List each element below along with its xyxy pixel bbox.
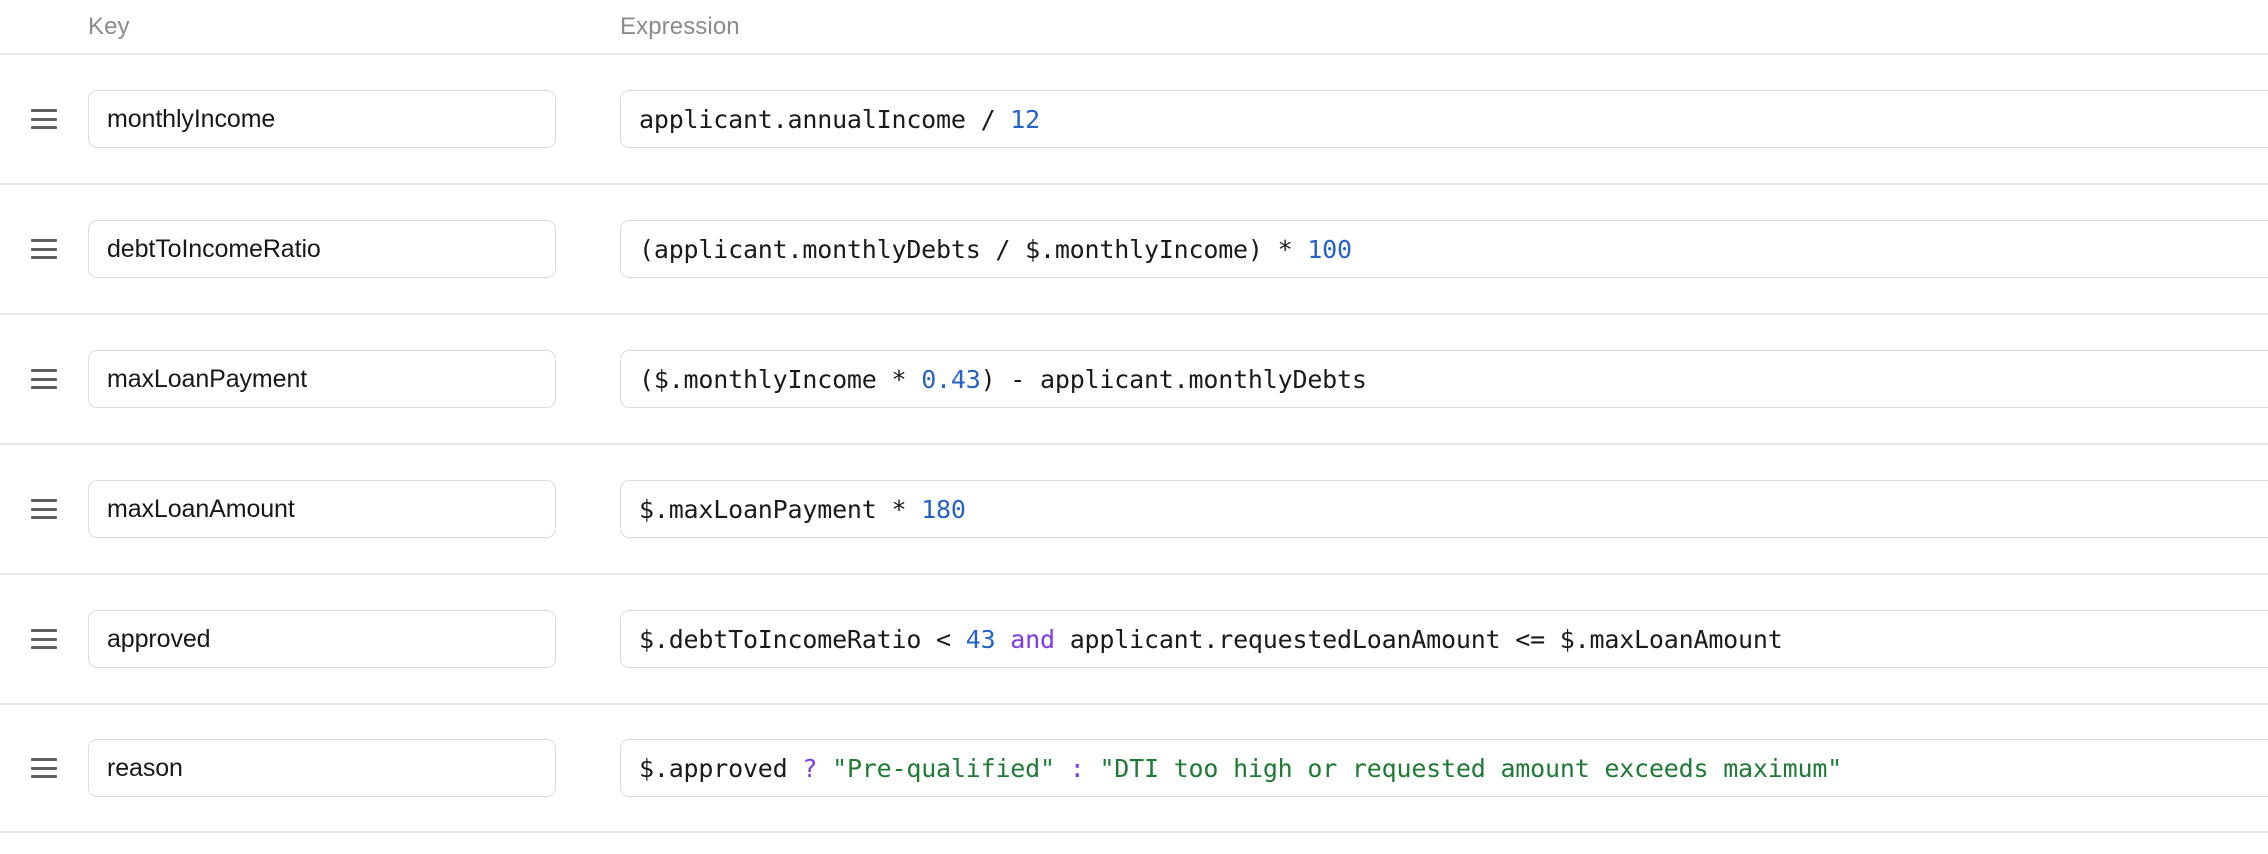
key-input[interactable]: approved [88,610,556,668]
header-expression-cell: Expression [620,12,2145,40]
expression-cell: ($.monthlyIncome * 0.43) - applicant.mon… [620,350,2268,408]
drag-handle-cell[interactable] [0,499,88,519]
drag-handle-icon[interactable] [31,629,57,649]
key-input[interactable]: debtToIncomeRatio [88,220,556,278]
expression-token-op [995,625,1010,654]
drag-handle-icon[interactable] [31,239,57,259]
key-input[interactable]: maxLoanAmount [88,480,556,538]
drag-handle-icon[interactable] [31,499,57,519]
expression-token-op: ($.monthlyIncome * [639,364,922,394]
header-key-cell: Key [88,12,590,40]
drag-handle-cell[interactable] [0,629,88,649]
expression-token-str: "Pre-qualified" [832,753,1055,783]
expression-cell: applicant.annualIncome / 12 [620,90,2268,148]
table-row: debtToIncomeRatio (applicant.monthlyDebt… [0,183,2268,313]
key-input[interactable]: reason [88,739,556,797]
expression-cell: $.debtToIncomeRatio < 43 and applicant.r… [620,610,2268,668]
expression-token-op: $.maxLoanPayment * [639,494,922,524]
expression-token-str: "DTI too high or requested amount exceed… [1099,753,1843,783]
drag-handle-cell[interactable] [0,239,88,259]
expression-token-num: 12 [1010,104,1040,134]
expression-table: Key Expression monthlyIncome applicant.a… [0,0,2268,854]
table-row: maxLoanPayment ($.monthlyIncome * 0.43) … [0,313,2268,443]
key-input[interactable]: monthlyIncome [88,90,556,148]
expression-cell: $.approved ? "Pre-qualified" : "DTI too … [620,739,2268,797]
key-cell: maxLoanPayment [88,350,590,408]
expression-token-op: $.debtToIncomeRatio < [639,624,966,654]
expression-cell: $.maxLoanPayment * 180 [620,480,2268,538]
drag-handle-cell[interactable] [0,109,88,129]
expression-token-num: 43 [965,624,996,654]
drag-handle-cell[interactable] [0,369,88,389]
drag-handle-icon[interactable] [31,109,57,129]
column-header-key: Key [88,12,130,40]
table-row: maxLoanAmount $.maxLoanPayment * 180 [0,443,2268,573]
table-row: reason $.approved ? "Pre-qualified" : "D… [0,703,2268,833]
key-cell: monthlyIncome [88,90,590,148]
expression-cell: (applicant.monthlyDebts / $.monthlyIncom… [620,220,2268,278]
expression-token-op [817,754,832,783]
expression-token-num: 180 [921,494,966,524]
expression-token-op: applicant.requestedLoanAmount <= $.maxLo… [1054,624,1783,654]
expression-token-num: 100 [1307,234,1352,264]
table-row: monthlyIncome applicant.annualIncome / 1… [0,53,2268,183]
expression-token-kw: and [1010,624,1055,654]
drag-handle-cell[interactable] [0,758,88,778]
expression-input[interactable]: (applicant.monthlyDebts / $.monthlyIncom… [620,220,2268,278]
drag-handle-icon[interactable] [31,369,57,389]
key-cell: reason [88,739,590,797]
expression-token-op: ) - applicant.monthlyDebts [980,364,1367,394]
expression-row-list: monthlyIncome applicant.annualIncome / 1… [0,53,2268,833]
expression-token-num: 0.43 [921,364,981,394]
column-header-expression: Expression [620,12,740,40]
table-row: approved $.debtToIncomeRatio < 43 and ap… [0,573,2268,703]
expression-input[interactable]: $.maxLoanPayment * 180 [620,480,2268,538]
expression-token-op: $.approved [639,753,803,783]
expression-input[interactable]: $.approved ? "Pre-qualified" : "DTI too … [620,739,2268,797]
expression-input[interactable]: ($.monthlyIncome * 0.43) - applicant.mon… [620,350,2268,408]
expression-token-op: (applicant.monthlyDebts / $.monthlyIncom… [639,234,1308,264]
expression-input[interactable]: applicant.annualIncome / 12 [620,90,2268,148]
expression-token-op: applicant.annualIncome / [639,104,1011,134]
key-input[interactable]: maxLoanPayment [88,350,556,408]
expression-input[interactable]: $.debtToIncomeRatio < 43 and applicant.r… [620,610,2268,668]
table-header: Key Expression [0,0,2268,53]
expression-token-kw: : [1069,753,1085,783]
key-cell: maxLoanAmount [88,480,590,538]
expression-token-kw: ? [802,753,818,783]
key-cell: approved [88,610,590,668]
drag-handle-icon[interactable] [31,758,57,778]
expression-token-op [1085,754,1100,783]
expression-token-op [1055,754,1070,783]
key-cell: debtToIncomeRatio [88,220,590,278]
